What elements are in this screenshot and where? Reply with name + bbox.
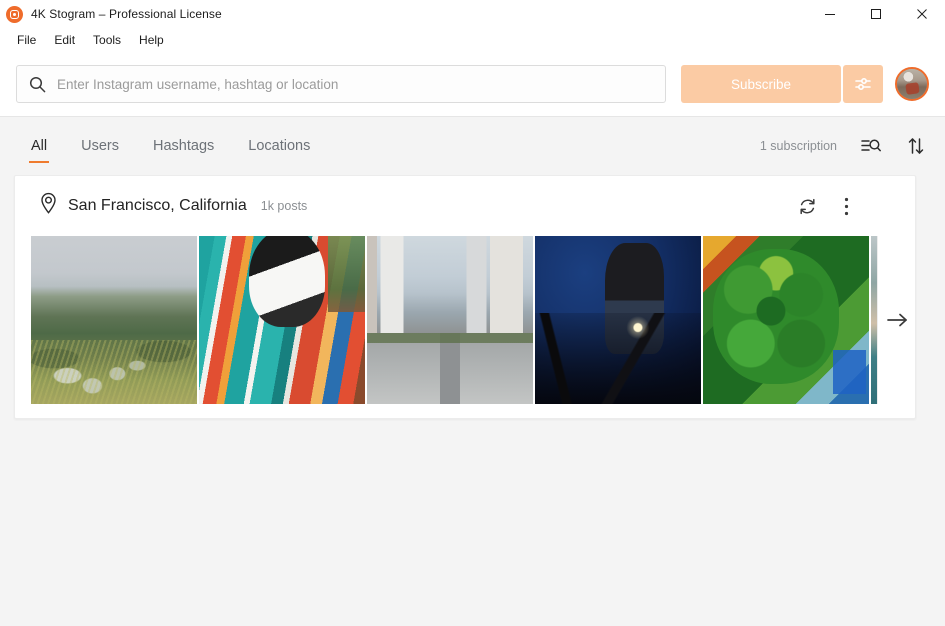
menu-item-file[interactable]: File	[8, 31, 45, 49]
search-icon	[29, 76, 46, 93]
search-bar: Subscribe	[0, 52, 945, 117]
subscription-count: 1 subscription	[759, 139, 837, 153]
thumbnail-item[interactable]	[31, 236, 197, 404]
subscription-card-actions	[795, 194, 899, 219]
tab-locations[interactable]: Locations	[231, 117, 327, 175]
menu-bar: File Edit Tools Help	[0, 28, 945, 52]
minimize-icon[interactable]	[807, 0, 853, 28]
tab-hashtags[interactable]: Hashtags	[136, 117, 231, 175]
avatar-photo	[897, 69, 927, 99]
thumbnail-image	[703, 236, 869, 404]
maximize-icon[interactable]	[853, 0, 899, 28]
thumbnail-image	[535, 236, 701, 404]
sliders-icon[interactable]	[843, 65, 883, 103]
sort-arrows-icon[interactable]	[905, 135, 927, 157]
content-area: San Francisco, California 1k posts	[0, 175, 945, 626]
subscribe-group: Subscribe	[681, 65, 883, 103]
location-pin-icon	[39, 192, 58, 220]
more-vertical-icon[interactable]	[842, 195, 851, 218]
window-title: 4K Stogram – Professional License	[31, 7, 222, 21]
thumbnail-image	[367, 236, 533, 404]
thumbnail-item[interactable]	[535, 236, 701, 404]
search-input[interactable]	[57, 76, 653, 92]
thumbnail-item[interactable]	[367, 236, 533, 404]
tab-users[interactable]: Users	[64, 117, 136, 175]
avatar[interactable]	[895, 67, 929, 101]
thumbnail-image	[31, 236, 197, 404]
search-field[interactable]	[16, 65, 666, 103]
tab-all[interactable]: All	[14, 117, 64, 175]
subscription-post-count: 1k posts	[260, 199, 308, 213]
close-icon[interactable]	[899, 0, 945, 28]
window-controls	[807, 0, 945, 28]
thumbnail-strip-wrapper	[15, 236, 915, 418]
app-window: 4K Stogram – Professional License File E…	[0, 0, 945, 626]
title-bar-left: 4K Stogram – Professional License	[0, 5, 222, 23]
subscribe-button[interactable]: Subscribe	[681, 65, 841, 103]
filter-search-icon[interactable]	[859, 135, 883, 157]
thumbnail-image	[199, 236, 365, 404]
title-bar: 4K Stogram – Professional License	[0, 0, 945, 28]
subscription-card-header: San Francisco, California 1k posts	[15, 176, 915, 236]
menu-item-help[interactable]: Help	[130, 31, 173, 49]
thumbnail-item[interactable]	[703, 236, 869, 404]
thumbnail-strip[interactable]	[31, 236, 877, 404]
tabs: All Users Hashtags Locations	[14, 117, 327, 175]
arrow-right-icon[interactable]	[877, 236, 915, 404]
tabs-bar: All Users Hashtags Locations 1 subscript…	[0, 117, 945, 175]
thumbnail-item[interactable]	[199, 236, 365, 404]
menu-item-tools[interactable]: Tools	[84, 31, 130, 49]
subscription-card: San Francisco, California 1k posts	[14, 175, 916, 419]
menu-item-edit[interactable]: Edit	[45, 31, 84, 49]
tabs-right-controls: 1 subscription	[760, 135, 927, 157]
refresh-icon[interactable]	[795, 194, 820, 219]
subscription-title: San Francisco, California	[68, 197, 247, 214]
instagram-camera-icon	[6, 5, 23, 23]
